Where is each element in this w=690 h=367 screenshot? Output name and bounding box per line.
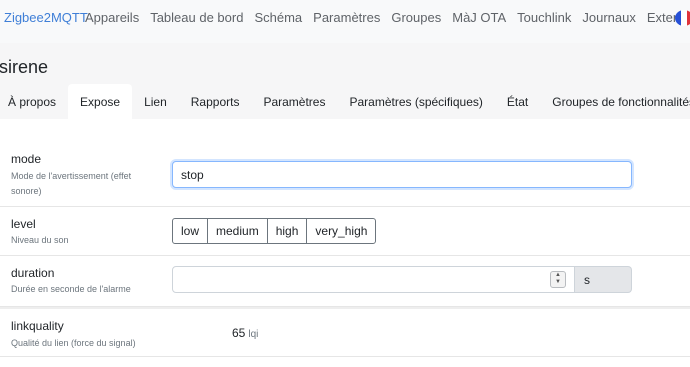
linkquality-label: linkquality (11, 319, 64, 333)
level-button-group: low medium high very_high (172, 218, 377, 244)
nav-link-maj-ota[interactable]: MàJ OTA (452, 10, 506, 25)
level-label: level (11, 217, 36, 231)
tab-rapports[interactable]: Rapports (179, 84, 252, 119)
tab-parametres[interactable]: Paramètres (251, 84, 337, 119)
nav-link-parametres[interactable]: Paramètres (313, 10, 380, 25)
nav-link-groupes[interactable]: Groupes (391, 10, 441, 25)
mode-description: Mode de l'avertissement (effet sonore) (11, 171, 132, 196)
level-option-medium[interactable]: medium (207, 218, 268, 244)
tab-expose[interactable]: Expose (68, 84, 133, 119)
device-title: sirene (0, 57, 49, 77)
duration-unit: s (575, 266, 632, 293)
level-description: Niveau du son (11, 235, 69, 245)
duration-label: duration (11, 266, 55, 280)
mode-label: mode (11, 152, 42, 166)
duration-description: Durée en seconde de l'alarme (11, 284, 131, 294)
level-option-low[interactable]: low (172, 218, 209, 244)
level-option-high[interactable]: high (266, 218, 308, 244)
brand-link[interactable]: Zigbee2MQTT (4, 10, 88, 25)
duration-input[interactable] (172, 266, 575, 293)
linkquality-unit: lqi (248, 329, 259, 340)
nav-link-schema[interactable]: Schéma (254, 10, 302, 25)
flag-fr-icon[interactable] (675, 10, 690, 26)
nav-link-touchlink[interactable]: Touchlink (517, 10, 571, 25)
expose-row-linkquality: linkquality Qualité du lien (force du si… (0, 307, 690, 357)
mode-input[interactable] (172, 161, 632, 188)
level-option-very-high[interactable]: very_high (306, 218, 377, 244)
linkquality-number: 65 (232, 326, 246, 340)
duration-spinner-icon[interactable]: ▲ ▼ (550, 271, 566, 288)
tab-a-propos[interactable]: À propos (0, 84, 68, 119)
nav-links: Appareils Tableau de bord Schéma Paramèt… (85, 10, 690, 25)
device-tabs: À propos Expose Lien Rapports Paramètres… (0, 84, 690, 119)
tab-etat[interactable]: État (495, 84, 540, 119)
tab-parametres-specifiques[interactable]: Paramètres (spécifiques) (337, 84, 494, 119)
tab-lien[interactable]: Lien (132, 84, 179, 119)
linkquality-description: Qualité du lien (force du signal) (11, 338, 136, 348)
linkquality-value: 65 lqi (232, 326, 258, 340)
tab-groupes-de-fonctionnalites[interactable]: Groupes de fonctionnalités (540, 84, 690, 119)
nav-link-journaux[interactable]: Journaux (582, 10, 635, 25)
nav-link-tableau-de-bord[interactable]: Tableau de bord (150, 10, 243, 25)
nav-link-appareils[interactable]: Appareils (85, 10, 139, 25)
top-navbar: Zigbee2MQTT Appareils Tableau de bord Sc… (0, 0, 690, 43)
